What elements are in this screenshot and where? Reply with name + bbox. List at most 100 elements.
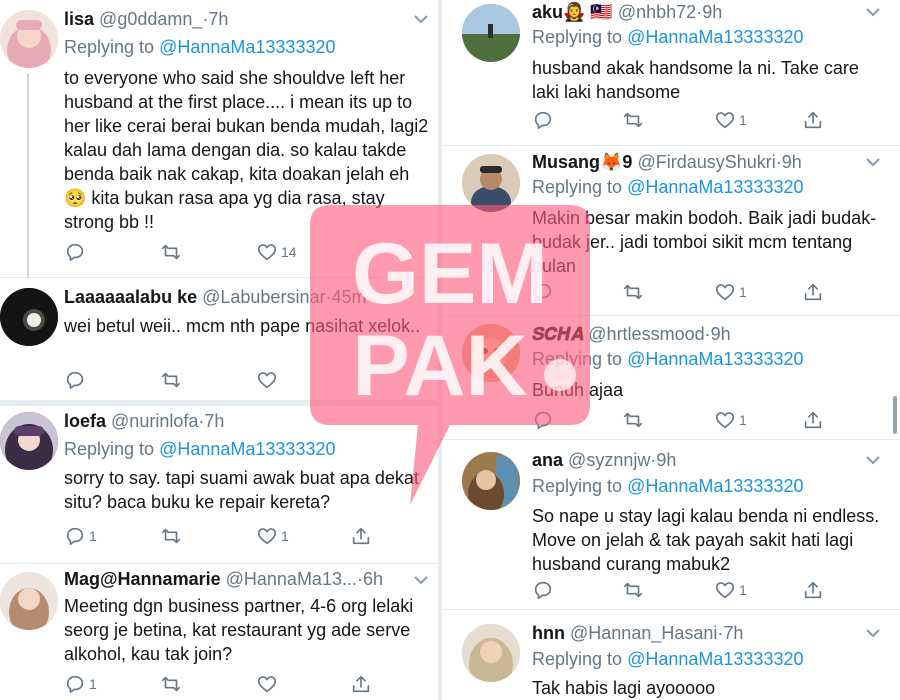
retweet-button[interactable]: [622, 280, 644, 304]
mention-link[interactable]: @HannaMa13333320: [627, 349, 803, 369]
timestamp[interactable]: 9h: [711, 324, 731, 344]
tweet-card-lisa[interactable]: lisa @g0ddamn_·7h Replying to @HannaMa13…: [0, 0, 438, 278]
reply-button[interactable]: 1: [64, 524, 97, 548]
share-button[interactable]: [802, 408, 824, 432]
share-button[interactable]: [350, 524, 372, 548]
timestamp[interactable]: 9h: [656, 450, 676, 470]
tweet-text: sorry to say. tapi suami awak buat apa d…: [64, 468, 419, 512]
tweet-text: Bunuh ajaa: [532, 380, 624, 400]
display-name[interactable]: lisa: [64, 9, 94, 29]
avatar-musang[interactable]: [462, 154, 520, 212]
avatar-aku[interactable]: [462, 4, 520, 62]
retweet-button[interactable]: [160, 672, 182, 696]
user-handle[interactable]: @nhbh72: [618, 2, 696, 22]
share-button[interactable]: [802, 280, 824, 304]
reply-button[interactable]: 1: [64, 672, 97, 696]
like-button[interactable]: 1: [714, 408, 747, 432]
user-handle[interactable]: @syznnjw: [568, 450, 650, 470]
like-button[interactable]: 1: [714, 578, 747, 602]
scrollbar-thumb[interactable]: [893, 396, 897, 434]
tweet-actions: 1: [532, 578, 882, 602]
avatar-laaaaaalabu[interactable]: [0, 288, 58, 346]
user-handle[interactable]: @hrtlessmood: [588, 324, 704, 344]
user-handle[interactable]: @HannaMa13...: [226, 569, 357, 589]
avatar-hnn[interactable]: [462, 624, 520, 682]
timestamp[interactable]: 45m: [331, 287, 366, 307]
mention-link[interactable]: @HannaMa13333320: [627, 177, 803, 197]
tweet-card-musang[interactable]: Musang🦊9 @FirdausyShukri·9h Replying to …: [442, 146, 900, 316]
tweet-header: aku🧛‍♀️ 🇲🇾 @nhbh72·9h: [532, 1, 722, 23]
mention-link[interactable]: @HannaMa13333320: [627, 27, 803, 47]
reply-button[interactable]: [532, 108, 554, 132]
timestamp[interactable]: 9h: [702, 2, 722, 22]
reply-button[interactable]: [64, 368, 86, 392]
tweet-card-laaaaaalabu[interactable]: Laaaaaalabu ke @Labubersinar·45m wei bet…: [0, 278, 438, 400]
retweet-button[interactable]: [160, 240, 182, 264]
user-handle[interactable]: @g0ddamn_: [99, 9, 202, 29]
tweet-card-mag-hannamarie[interactable]: Mag@Hannamarie @HannaMa13...·6h Meeting …: [0, 564, 438, 700]
like-button[interactable]: 14: [256, 240, 297, 264]
share-button[interactable]: [802, 578, 824, 602]
timestamp[interactable]: 9h: [782, 152, 802, 172]
reply-button[interactable]: [64, 240, 86, 264]
replying-to-line: Replying to @HannaMa13333320: [532, 648, 803, 670]
display-name[interactable]: ana: [532, 450, 563, 470]
share-button[interactable]: [802, 108, 824, 132]
reply-button[interactable]: [532, 280, 554, 304]
left-reply-column[interactable]: lisa @g0ddamn_·7h Replying to @HannaMa13…: [0, 0, 438, 700]
tweet-card-aku[interactable]: aku🧛‍♀️ 🇲🇾 @nhbh72·9h Replying to @Hanna…: [442, 0, 900, 146]
tweet-card-loefa[interactable]: loefa @nurinlofa·7h Replying to @HannaMa…: [0, 406, 438, 564]
like-button[interactable]: 1: [714, 108, 747, 132]
chevron-down-icon[interactable]: [866, 455, 880, 465]
avatar-scha[interactable]: [462, 324, 520, 382]
avatar-ana[interactable]: [462, 452, 520, 510]
like-button[interactable]: [256, 368, 278, 392]
user-handle[interactable]: @Hannan_Hasani: [570, 623, 717, 643]
retweet-button[interactable]: [160, 524, 182, 548]
user-handle[interactable]: @Labubersinar: [202, 287, 325, 307]
user-handle[interactable]: @FirdausyShukri: [637, 152, 775, 172]
mention-link[interactable]: @HannaMa13333320: [627, 649, 803, 669]
tweet-card-ana[interactable]: ana @syznnjw·9h Replying to @HannaMa1333…: [442, 440, 900, 610]
chevron-down-icon[interactable]: [414, 575, 428, 585]
tweet-card-hnn[interactable]: hnn @Hannan_Hasani·7h Replying to @Hanna…: [442, 610, 900, 700]
chevron-down-icon[interactable]: [866, 7, 880, 17]
display-name[interactable]: Musang🦊9: [532, 152, 632, 172]
timestamp[interactable]: 7h: [723, 623, 743, 643]
display-name[interactable]: Mag@Hannamarie: [64, 569, 221, 589]
display-name[interactable]: hnn: [532, 623, 565, 643]
replying-to-line: Replying to @HannaMa13333320: [532, 475, 803, 497]
avatar-lisa[interactable]: [0, 10, 58, 68]
share-button[interactable]: [350, 672, 372, 696]
retweet-button[interactable]: [622, 108, 644, 132]
tweet-card-scha[interactable]: 𝑺𝑪𝑯𝑨 @hrtlessmood·9h Replying to @HannaM…: [442, 316, 900, 440]
avatar-mag-hannamarie[interactable]: [0, 572, 58, 630]
like-button[interactable]: 1: [714, 280, 747, 304]
mention-link[interactable]: @HannaMa13333320: [159, 439, 335, 459]
mention-link[interactable]: @HannaMa13333320: [159, 37, 335, 57]
display-name[interactable]: 𝑺𝑪𝑯𝑨: [532, 324, 583, 344]
reply-icon: [534, 411, 552, 430]
retweet-button[interactable]: [160, 368, 182, 392]
share-icon: [352, 675, 370, 693]
reply-button[interactable]: [532, 408, 554, 432]
retweet-icon: [161, 244, 181, 260]
display-name[interactable]: aku🧛‍♀️ 🇲🇾: [532, 2, 613, 22]
display-name[interactable]: Laaaaaalabu ke: [64, 287, 197, 307]
retweet-button[interactable]: [622, 578, 644, 602]
like-button[interactable]: [256, 672, 278, 696]
user-handle[interactable]: @nurinlofa: [111, 411, 198, 431]
like-button[interactable]: 1: [256, 524, 289, 548]
retweet-button[interactable]: [622, 408, 644, 432]
timestamp[interactable]: 7h: [208, 9, 228, 29]
display-name[interactable]: loefa: [64, 411, 106, 431]
chevron-down-icon[interactable]: [866, 157, 880, 167]
chevron-down-icon[interactable]: [866, 628, 880, 638]
avatar-loefa[interactable]: [0, 412, 58, 470]
mention-link[interactable]: @HannaMa13333320: [627, 476, 803, 496]
chevron-down-icon[interactable]: [414, 14, 428, 24]
timestamp[interactable]: 6h: [363, 569, 383, 589]
reply-button[interactable]: [532, 578, 554, 602]
timestamp[interactable]: 7h: [204, 411, 224, 431]
right-reply-column[interactable]: aku🧛‍♀️ 🇲🇾 @nhbh72·9h Replying to @Hanna…: [442, 0, 900, 700]
